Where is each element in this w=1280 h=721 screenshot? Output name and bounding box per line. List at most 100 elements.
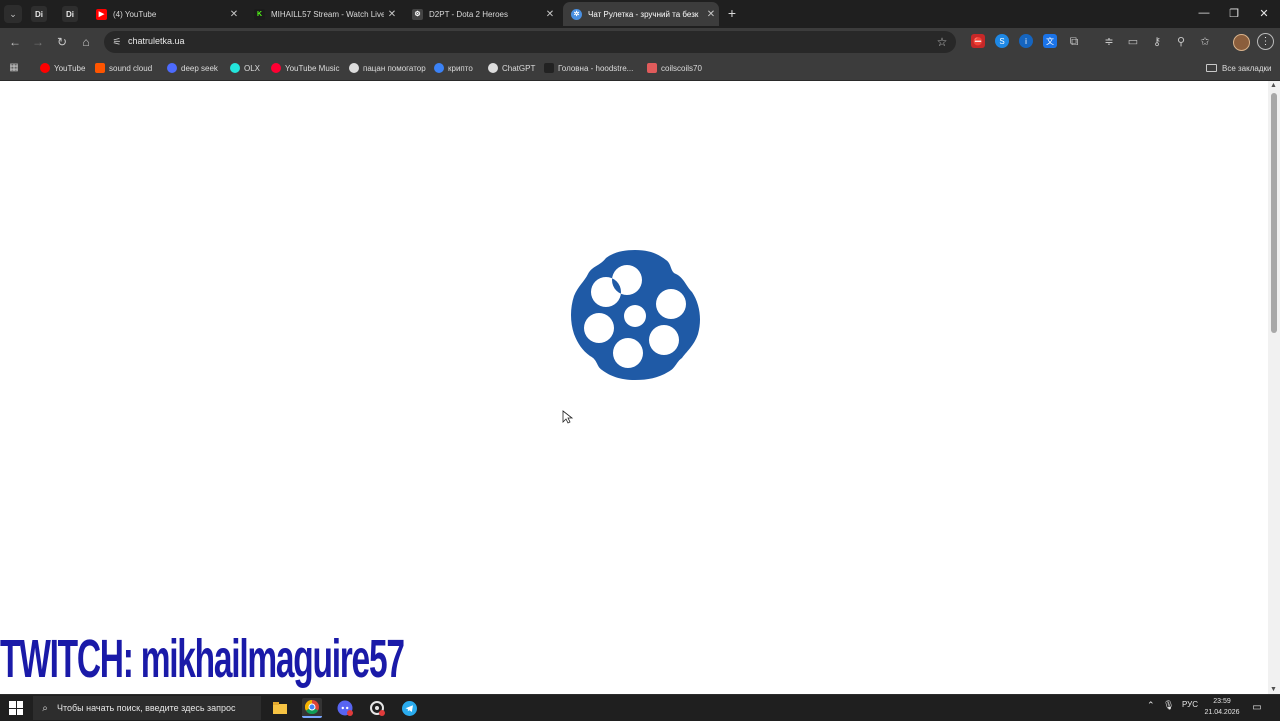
scroll-down-icon[interactable]: ▼ xyxy=(1270,686,1277,693)
url-text[interactable]: chatruletka.ua xyxy=(128,36,185,46)
tab-title: (4) YouTube xyxy=(113,9,157,19)
extension-adblock-icon[interactable]: ⛔ xyxy=(971,34,985,48)
pinned-tab-2[interactable]: Di xyxy=(62,6,78,22)
scroll-up-icon[interactable]: ▲ xyxy=(1270,82,1277,89)
close-icon[interactable]: ✕ xyxy=(226,9,242,20)
bookmark-coilscoils70[interactable]: coilscoils70 xyxy=(647,61,702,75)
reload-icon: ↻ xyxy=(56,35,68,49)
chevron-down-icon: ⌄ xyxy=(9,8,17,19)
bookmark-label: пацан помогатор xyxy=(363,63,426,73)
windows-taskbar: ⌕ Чтобы начать поиск, введите здесь запр… xyxy=(0,694,1280,721)
pinned-tab-1[interactable]: Di xyxy=(31,6,47,22)
tab-d2pt[interactable]: ⚙ D2PT - Dota 2 Heroes ✕ xyxy=(404,2,558,26)
forward-button[interactable]: → xyxy=(29,33,47,51)
password-key-icon[interactable]: ⚷ xyxy=(1150,34,1164,48)
bookmark-patsan-pomogator[interactable]: пацан помогатор xyxy=(349,61,426,75)
bookmark-hoodstream[interactable]: Головна - hoodstre... xyxy=(544,61,633,75)
tab-chatruletka[interactable]: ✲ Чат Рулетка - зручний та безк ✕ xyxy=(563,2,719,26)
page-content xyxy=(0,81,1268,694)
new-tab-button[interactable]: + xyxy=(724,5,740,21)
pinned-tab-label: Di xyxy=(35,9,43,19)
gmail-icon xyxy=(647,63,657,73)
tab-search-button[interactable]: ⌄ xyxy=(4,5,22,23)
more-vert-icon: ⋮ xyxy=(1260,36,1271,47)
restore-icon: ❐ xyxy=(1229,7,1239,20)
bookmark-label: Головна - hoodstre... xyxy=(558,63,634,73)
steelseries-icon[interactable] xyxy=(367,698,387,718)
address-bar[interactable]: ⚟ chatruletka.ua ☆ xyxy=(104,31,956,53)
bookmark-label: YouTube Music xyxy=(285,63,340,73)
browser-menu-button[interactable]: ⋮ xyxy=(1257,33,1274,50)
extension-shazam-icon[interactable]: S xyxy=(995,34,1009,48)
taskbar-clock[interactable]: 23:59 21.04.2026 xyxy=(1200,696,1244,718)
close-icon: ✕ xyxy=(1259,7,1269,20)
bookmark-label: deep seek xyxy=(181,63,218,73)
arrow-right-icon: → xyxy=(32,35,44,49)
notifications-icon[interactable]: ▭ xyxy=(1251,701,1263,713)
close-icon[interactable]: ✕ xyxy=(384,9,400,20)
youtube-icon xyxy=(40,63,50,73)
media-controls-icon[interactable]: ≑ xyxy=(1102,34,1116,48)
discord-icon[interactable] xyxy=(335,698,355,718)
bookmark-soundcloud[interactable]: sound cloud xyxy=(95,61,152,75)
scrollbar-thumb[interactable] xyxy=(1271,93,1277,333)
bookmark-youtube[interactable]: YouTube xyxy=(40,61,85,75)
bookmark-chatgpt[interactable]: ChatGPT xyxy=(488,61,535,75)
reload-button[interactable]: ↻ xyxy=(53,33,71,51)
chrome-icon[interactable] xyxy=(302,698,322,718)
file-explorer-icon[interactable] xyxy=(270,698,290,718)
location-pin-icon[interactable]: ⚲ xyxy=(1174,34,1188,48)
tab-kick-stream[interactable]: K MIHAILL57 Stream - Watch Live ✕ xyxy=(246,2,400,26)
bookmarks-star-icon[interactable]: ✩ xyxy=(1198,34,1212,48)
chrome-logo-icon xyxy=(305,700,319,714)
taskbar-search-box[interactable]: ⌕ Чтобы начать поиск, введите здесь запр… xyxy=(33,696,261,720)
windows-start-icon[interactable] xyxy=(9,701,23,715)
bookmark-youtube-music[interactable]: YouTube Music xyxy=(271,61,340,75)
profile-avatar[interactable] xyxy=(1233,34,1250,51)
bookmark-deepseek[interactable]: deep seek xyxy=(167,61,218,75)
home-icon: ⌂ xyxy=(82,35,90,49)
apps-grid-icon[interactable]: ▦ xyxy=(8,61,20,73)
tray-chevron-up-icon[interactable]: ⌃ xyxy=(1147,700,1155,711)
bookmark-label: крипто xyxy=(448,63,473,73)
close-window-button[interactable]: ✕ xyxy=(1249,4,1279,22)
language-indicator[interactable]: РУС xyxy=(1182,700,1198,709)
tab-title: MIHAILL57 Stream - Watch Live xyxy=(271,9,384,19)
bookmark-crypto[interactable]: крипто xyxy=(434,61,473,75)
reading-list-icon[interactable]: ▭ xyxy=(1126,34,1140,48)
clock-time: 23:59 xyxy=(1213,698,1231,705)
bookmark-label: sound cloud xyxy=(109,63,153,73)
extensions-puzzle-icon[interactable]: ⧉ xyxy=(1067,34,1081,48)
discord-logo-icon xyxy=(337,700,353,716)
site-info-icon[interactable]: ⚟ xyxy=(110,35,124,49)
microphone-icon[interactable]: 🎙 xyxy=(1163,700,1174,711)
bookmark-label: YouTube xyxy=(54,63,86,73)
mouse-cursor-icon xyxy=(562,410,574,424)
maximize-button[interactable]: ❐ xyxy=(1219,4,1249,22)
tab-youtube[interactable]: ▶ (4) YouTube ✕ xyxy=(88,2,242,26)
close-icon[interactable]: ✕ xyxy=(542,9,558,20)
back-button[interactable]: ← xyxy=(6,33,24,51)
all-bookmarks-label: Все закладки xyxy=(1222,63,1272,73)
extension-info-icon[interactable]: i xyxy=(1019,34,1033,48)
extension-translate-icon[interactable]: 文 xyxy=(1043,34,1057,48)
page-scrollbar[interactable]: ▲ ▼ xyxy=(1268,81,1280,694)
crypto-icon xyxy=(434,63,444,73)
minimize-icon: — xyxy=(1198,7,1210,19)
all-bookmarks-button[interactable]: Все закладки xyxy=(1206,61,1271,75)
tab-strip: ⌄ Di Di ▶ (4) YouTube ✕ K MIHAILL57 Stre… xyxy=(0,0,1280,28)
telegram-icon[interactable] xyxy=(399,698,419,718)
tab-title: D2PT - Dota 2 Heroes xyxy=(429,9,508,19)
bookmark-olx[interactable]: OLX xyxy=(230,61,260,75)
pinned-tab-label: Di xyxy=(66,9,74,19)
close-icon[interactable]: ✕ xyxy=(703,9,719,20)
gear-icon xyxy=(370,701,385,716)
bookmarks-bar: ▦ YouTube sound cloud deep seek OLX YouT… xyxy=(0,56,1280,81)
tab-title: Чат Рулетка - зручний та безк xyxy=(588,9,699,19)
minimize-button[interactable]: — xyxy=(1189,4,1219,22)
clock-date: 21.04.2026 xyxy=(1204,709,1240,716)
home-button[interactable]: ⌂ xyxy=(77,33,95,51)
folder-icon xyxy=(1206,64,1217,72)
bookmark-star-icon[interactable]: ☆ xyxy=(934,34,950,50)
revolver-cylinder-icon xyxy=(571,250,700,380)
